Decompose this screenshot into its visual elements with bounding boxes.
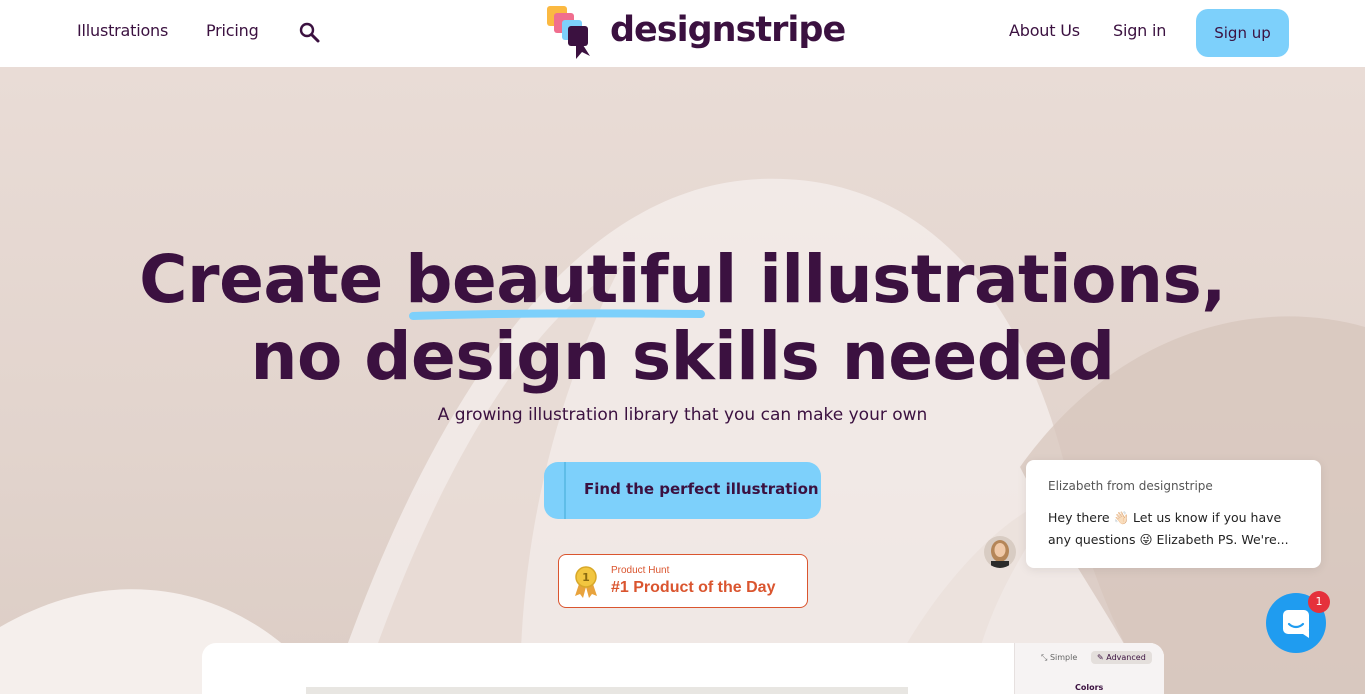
- search-icon[interactable]: [298, 21, 322, 45]
- headline-text-create: Create: [139, 241, 406, 318]
- nav-pricing-link[interactable]: Pricing: [206, 21, 259, 40]
- product-of-day-label: #1 Product of the Day: [611, 579, 776, 596]
- cta-label: Find the perfect illustration: [584, 480, 819, 498]
- editor-preview-card: ⤡ Simple ✎ Advanced Colors: [202, 643, 1164, 694]
- hero-headline-line2: no design skills needed: [250, 318, 1116, 395]
- headline-highlight-text: beautiful: [405, 241, 737, 318]
- sign-in-link[interactable]: Sign in: [1113, 21, 1166, 40]
- avatar-photo: [984, 536, 1016, 568]
- toggle-simple[interactable]: ⤡ Simple: [1035, 651, 1083, 665]
- chat-sender: Elizabeth from designstripe: [1048, 479, 1213, 493]
- logo-wordmark: designstripe: [610, 10, 846, 50]
- toggle-advanced-label: Advanced: [1106, 653, 1146, 662]
- preview-canvas: [306, 687, 908, 694]
- chat-message-text: Hey there 👋🏻 Let us know if you have any…: [1048, 510, 1289, 547]
- chat-unread-badge: 1: [1308, 591, 1330, 613]
- designstripe-logo[interactable]: designstripe: [546, 6, 846, 60]
- product-hunt-label: Product Hunt: [611, 565, 670, 576]
- toggle-advanced[interactable]: ✎ Advanced: [1091, 651, 1152, 664]
- colors-label: Colors: [1075, 683, 1104, 692]
- hero-headline-line1: Create beautiful illustrations,: [0, 247, 1365, 320]
- nav-illustrations-link[interactable]: Illustrations: [77, 21, 168, 40]
- chat-agent-avatar: [984, 536, 1016, 568]
- headline-highlight-word: beautiful: [405, 247, 737, 320]
- sign-up-button[interactable]: Sign up: [1196, 9, 1289, 57]
- headline-text-illustrations: illustrations,: [736, 241, 1226, 318]
- chat-message-preview[interactable]: Elizabeth from designstripe Hey there 👋🏻…: [1026, 460, 1321, 568]
- logo-mark-icon: [547, 6, 590, 59]
- medal-number: 1: [582, 571, 590, 584]
- site-header: Illustrations Pricing designstripe About…: [0, 0, 1365, 67]
- nav-about-us-link[interactable]: About Us: [1009, 21, 1080, 40]
- chat-icon: [1283, 610, 1309, 638]
- hero-section: Create beautiful illustrations, no desig…: [0, 67, 1365, 694]
- toggle-simple-label: Simple: [1049, 653, 1078, 662]
- medal-icon: 1: [575, 566, 597, 598]
- product-hunt-badge[interactable]: 1 Product Hunt #1 Product of the Day: [558, 554, 808, 608]
- find-illustration-button[interactable]: Find the perfect illustration: [544, 462, 821, 519]
- preview-settings-panel: ⤡ Simple ✎ Advanced Colors: [1014, 643, 1164, 694]
- cta-stripe: [564, 462, 566, 519]
- hero-subheading: A growing illustration library that you …: [437, 405, 928, 425]
